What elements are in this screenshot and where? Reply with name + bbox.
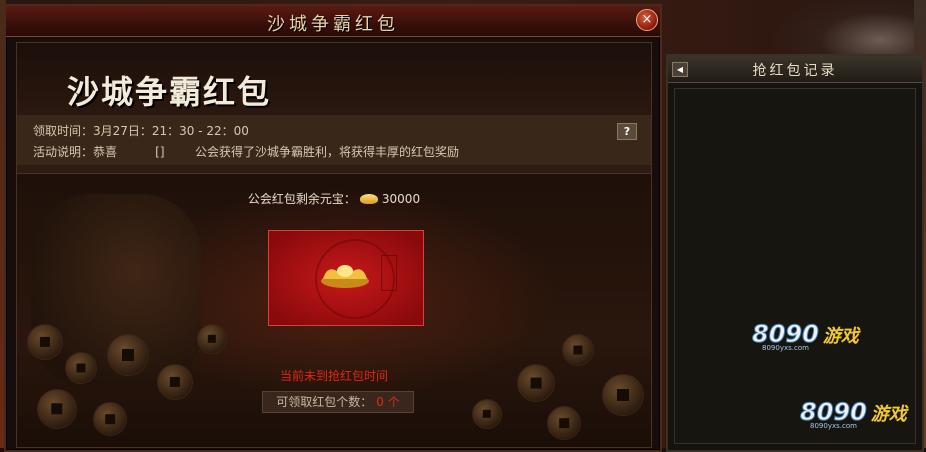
window-content: 沙城争霸红包 领取时间：3月27日：21：30 - 22：00 活动说明：恭喜 … xyxy=(16,42,652,448)
coin-decoration xyxy=(197,324,227,354)
claimable-count: 可领取红包个数： 0 个 xyxy=(262,391,414,413)
help-icon[interactable]: ? xyxy=(617,123,637,140)
status-text: 当前未到抢红包时间 xyxy=(279,369,388,383)
event-info-band: 领取时间：3月27日：21：30 - 22：00 活动说明：恭喜 [] 公会获得… xyxy=(17,115,651,165)
watermark-text: 游戏 xyxy=(822,326,859,347)
coin-decoration xyxy=(472,399,502,429)
claimable-count-label: 可领取红包个数： xyxy=(276,395,373,409)
coin-decoration xyxy=(547,406,581,440)
record-panel-header: ◀ 抢红包记录 xyxy=(668,56,922,83)
coin-decoration xyxy=(37,389,77,429)
guild-balance: 公会红包剩余元宝： 30000 xyxy=(17,190,651,207)
claim-time-text: 领取时间：3月27日：21：30 - 22：00 xyxy=(33,124,249,138)
site-watermark: 8090 游戏 8090yxs.com xyxy=(800,398,907,431)
coin-decoration xyxy=(27,324,63,360)
event-description-text: 活动说明：恭喜 [] 公会获得了沙城争霸胜利，将获得丰厚的红包奖励 xyxy=(33,145,460,159)
grab-record-panel: ◀ 抢红包记录 xyxy=(666,54,924,452)
event-header-panel: 沙城争霸红包 领取时间：3月27日：21：30 - 22：00 活动说明：恭喜 … xyxy=(17,43,651,174)
coin-decoration xyxy=(562,334,594,366)
page-title: 沙城争霸红包 xyxy=(67,73,272,111)
window-titlebar[interactable]: 沙城争霸红包 × xyxy=(6,6,660,37)
balance-label: 公会红包剩余元宝： xyxy=(247,192,356,206)
window-title: 沙城争霸红包 xyxy=(267,14,399,35)
claimable-count-value: 0 个 xyxy=(376,395,400,409)
watermark-text: 游戏 xyxy=(870,404,907,425)
balance-value: 30000 xyxy=(381,192,421,206)
coin-decoration xyxy=(93,402,127,436)
record-panel-title: 抢红包记录 xyxy=(752,63,838,79)
site-watermark: 8090 游戏 8090yxs.com xyxy=(752,320,859,353)
record-list[interactable] xyxy=(674,88,916,444)
reward-area: 公会红包剩余元宝： 30000 当前未到抢红包时间 可领取红包个数： 0 个 xyxy=(17,174,651,447)
envelope-stamp xyxy=(381,255,397,291)
gold-ingot-icon xyxy=(321,265,369,288)
close-icon[interactable]: × xyxy=(636,9,658,31)
red-packet-window: 沙城争霸红包 × 沙城争霸红包 领取时间：3月27日：21：30 - 22：00… xyxy=(4,4,662,452)
gold-ingot-icon xyxy=(359,194,378,204)
red-envelope-button[interactable] xyxy=(268,230,424,326)
